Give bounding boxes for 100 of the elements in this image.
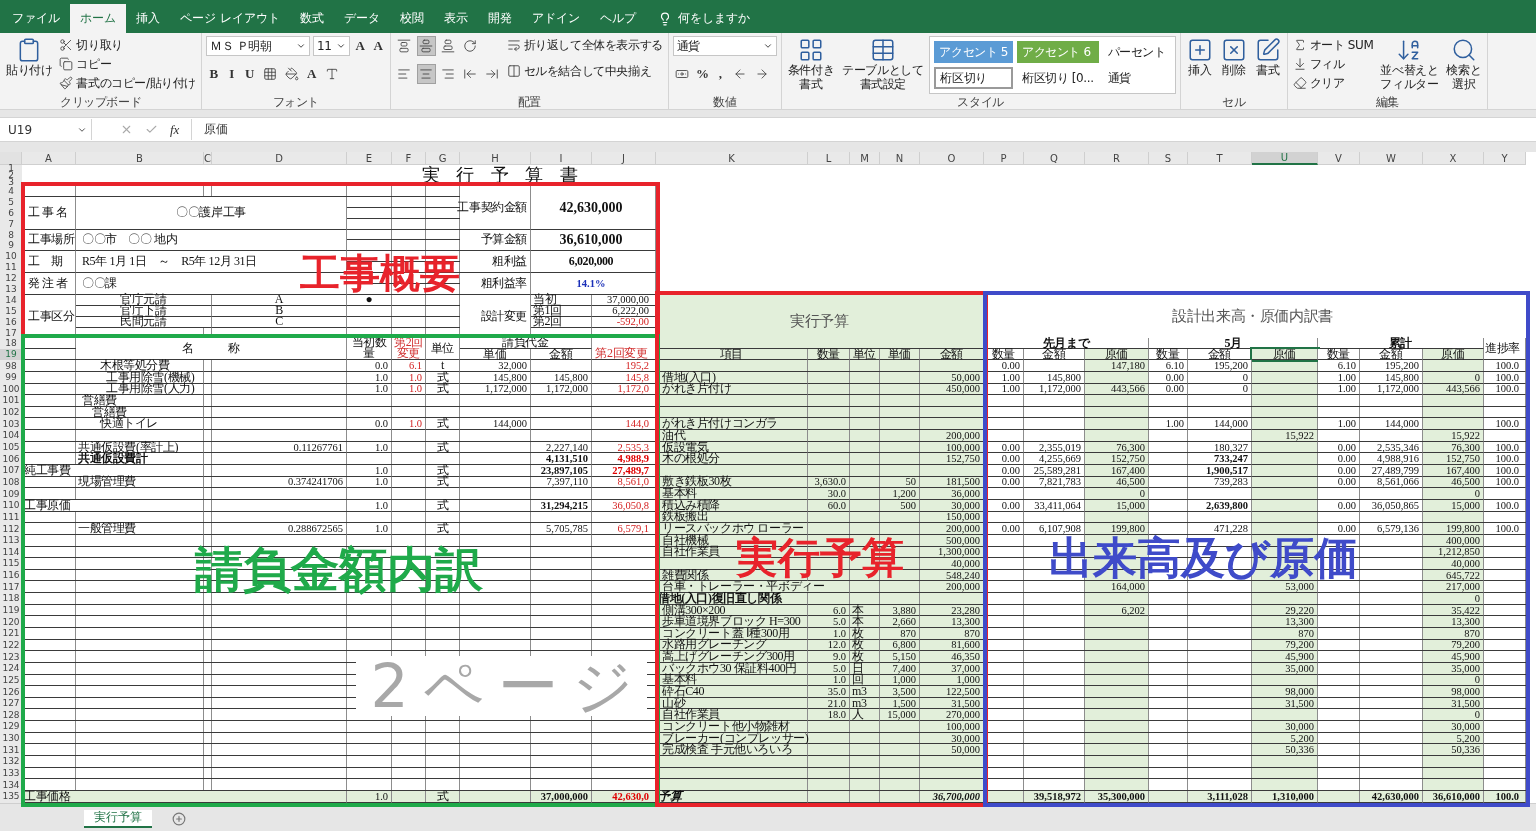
sort-button[interactable]: 並べ替えと フィルター: [1378, 36, 1441, 92]
row-header[interactable]: 13: [0, 284, 22, 295]
cell-style-option[interactable]: 桁区切り: [934, 67, 1013, 89]
row-header[interactable]: 5: [0, 196, 22, 208]
row-header[interactable]: 7: [0, 218, 22, 230]
add-sheet-icon[interactable]: [172, 811, 186, 826]
column-header[interactable]: V: [1318, 152, 1360, 165]
ribbon-tab[interactable]: 表示: [433, 4, 478, 33]
format-button[interactable]: ,: [712, 64, 728, 84]
dropdown-field[interactable]: 11: [313, 36, 350, 56]
column-header[interactable]: K: [656, 152, 808, 165]
column-header[interactable]: A: [22, 152, 76, 165]
row-header[interactable]: 10: [0, 251, 22, 263]
eraser-button[interactable]: クリア: [1291, 74, 1346, 92]
row-header[interactable]: 117: [0, 581, 22, 594]
align-center-button[interactable]: [416, 64, 436, 84]
column-header[interactable]: X: [1423, 152, 1484, 165]
row-header[interactable]: 16: [0, 316, 22, 328]
format-button[interactable]: A: [352, 36, 368, 56]
row-header[interactable]: 19: [0, 349, 22, 361]
row-header[interactable]: 131: [0, 744, 22, 757]
column-header[interactable]: D: [212, 152, 347, 165]
format-button[interactable]: A: [370, 36, 386, 56]
formula-field[interactable]: 原価: [192, 121, 1536, 138]
dropdown-field[interactable]: ＭＳ Ｐ明朝: [206, 36, 311, 56]
row-header[interactable]: 3: [0, 179, 22, 186]
row-header[interactable]: 12: [0, 273, 22, 284]
ribbon-tab[interactable]: 挿入: [126, 4, 170, 33]
row-header[interactable]: 123: [0, 651, 22, 663]
column-header[interactable]: H: [460, 152, 531, 165]
format-button[interactable]: U: [242, 64, 258, 84]
dropdown-field[interactable]: 通貨: [672, 36, 777, 56]
ribbon-tab[interactable]: ページ レイアウト: [170, 4, 290, 33]
column-header[interactable]: B: [76, 152, 204, 165]
format-button[interactable]: %: [694, 64, 710, 84]
row-header[interactable]: 106: [0, 453, 22, 465]
column-header[interactable]: G: [426, 152, 460, 165]
row-header[interactable]: 2: [0, 172, 22, 179]
row-header[interactable]: 1: [0, 165, 22, 172]
clipboard-button[interactable]: 貼り付け: [4, 36, 55, 78]
row-header[interactable]: 109: [0, 488, 22, 500]
row-header[interactable]: 118: [0, 593, 22, 605]
column-header[interactable]: R: [1085, 152, 1149, 165]
format-button[interactable]: B: [206, 64, 222, 84]
ribbon-tab[interactable]: ヘルプ: [589, 4, 646, 33]
format-button[interactable]: I: [224, 64, 240, 84]
sigma-button[interactable]: オート SUM: [1291, 36, 1375, 54]
row-header[interactable]: 9: [0, 240, 22, 252]
insert-function-button[interactable]: fx: [170, 121, 180, 138]
row-header[interactable]: 132: [0, 756, 22, 768]
column-header[interactable]: Q: [1024, 152, 1085, 165]
column-header[interactable]: O: [920, 152, 984, 165]
ribbon-tab[interactable]: 校閲: [389, 4, 434, 33]
row-header[interactable]: 103: [0, 418, 22, 431]
merge-cells-button[interactable]: セルを結合して中央揃え: [505, 62, 653, 80]
square-x-button[interactable]: 削除: [1218, 36, 1249, 78]
column-header[interactable]: F: [392, 152, 426, 165]
row-header[interactable]: 129: [0, 721, 22, 733]
conditional-format-button[interactable]: 条件付き 書式: [785, 36, 837, 92]
square-plus-button[interactable]: 挿入: [1184, 36, 1215, 78]
ribbon-tab[interactable]: ホーム: [70, 4, 126, 33]
cancel-icon[interactable]: [120, 123, 133, 136]
row-header[interactable]: 17: [0, 327, 22, 339]
column-header[interactable]: E: [347, 152, 392, 165]
row-header[interactable]: 112: [0, 523, 22, 535]
row-header[interactable]: 98: [0, 360, 22, 372]
square-pen-button[interactable]: 書式: [1252, 36, 1283, 78]
wrap-text-button[interactable]: 折り返して全体を表示する: [505, 36, 664, 54]
column-header[interactable]: L: [808, 152, 850, 165]
copy-button[interactable]: コピー: [58, 55, 113, 73]
column-header[interactable]: I: [531, 152, 592, 165]
column-header[interactable]: M: [850, 152, 880, 165]
row-header[interactable]: 134: [0, 779, 22, 791]
ribbon-tab[interactable]: ファイル: [2, 4, 70, 33]
row-header[interactable]: 18: [0, 338, 22, 350]
sheet-tab[interactable]: 実行予算: [84, 809, 152, 828]
tell-me-field[interactable]: 何をしますか: [645, 4, 762, 33]
row-header[interactable]: 126: [0, 686, 22, 698]
ribbon-tab[interactable]: 数式: [289, 4, 334, 33]
check-icon[interactable]: [145, 123, 158, 136]
ribbon-tab[interactable]: データ: [333, 4, 390, 33]
row-header[interactable]: 15: [0, 305, 22, 317]
row-header[interactable]: 107: [0, 465, 22, 477]
column-header[interactable]: N: [880, 152, 920, 165]
paintbrush-button[interactable]: 書式のコピー/貼り付け: [58, 74, 198, 92]
format-button[interactable]: A: [304, 64, 320, 84]
name-box[interactable]: U19: [4, 119, 92, 140]
row-header[interactable]: 120: [0, 616, 22, 628]
row-header[interactable]: 115: [0, 558, 22, 570]
row-header[interactable]: 104: [0, 430, 22, 442]
column-header[interactable]: S: [1149, 152, 1188, 165]
arrow-down-to-line-button[interactable]: フィル: [1291, 55, 1346, 73]
column-header[interactable]: P: [984, 152, 1024, 165]
row-header[interactable]: 8: [0, 229, 22, 241]
row-header[interactable]: 101: [0, 395, 22, 407]
row-header[interactable]: 11: [0, 262, 22, 274]
table-button[interactable]: テーブルとして 書式設定: [840, 36, 926, 92]
ribbon-tab[interactable]: アドイン: [521, 4, 590, 33]
row-header[interactable]: 4: [0, 186, 22, 197]
row-header[interactable]: 128: [0, 709, 22, 722]
